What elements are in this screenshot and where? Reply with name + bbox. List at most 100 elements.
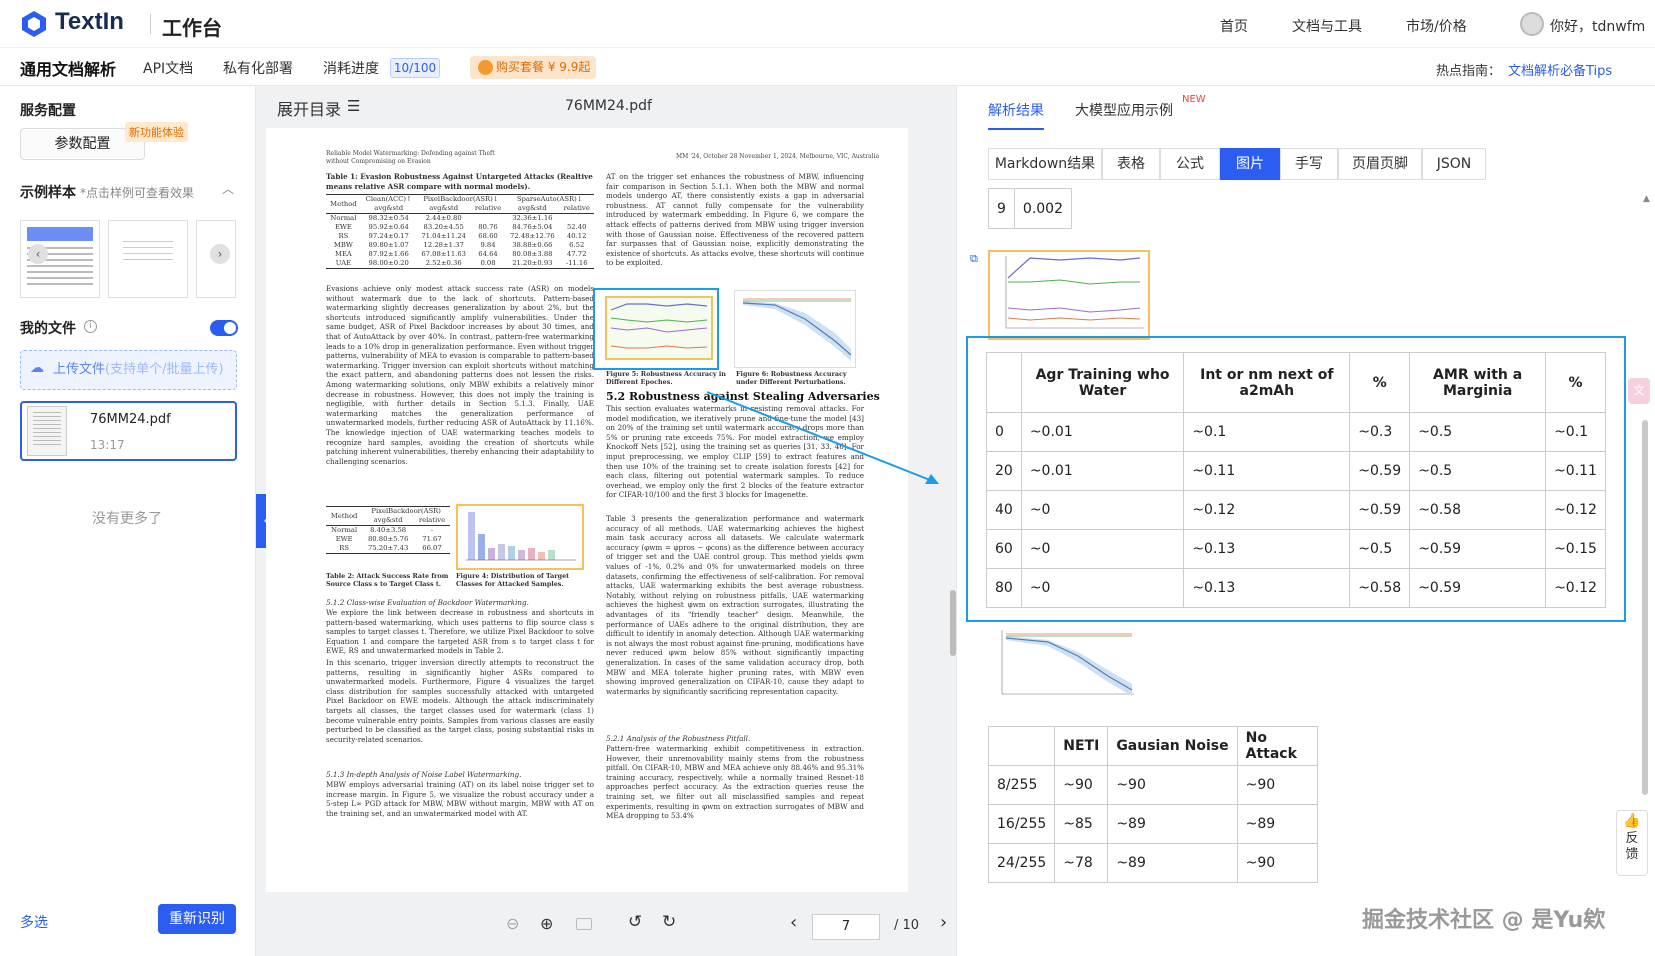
table-cell: Normal	[330, 214, 357, 222]
table-cell: ~0.3	[1349, 412, 1411, 452]
table-cell: ~0	[1020, 529, 1185, 569]
feedback-button[interactable]: 👍 反馈	[1616, 810, 1648, 876]
subtab-header-footer[interactable]: 页眉页脚	[1338, 148, 1422, 180]
subtab-image[interactable]: 图片	[1220, 148, 1280, 180]
chevron-up-icon[interactable]: ︿	[222, 180, 234, 197]
t2-h2: relative	[418, 516, 446, 524]
nav-docs-tools[interactable]: 文档与工具	[1292, 16, 1362, 36]
table-cell: ~89	[1107, 843, 1238, 883]
hot-guide-link[interactable]: 文档解析必备Tips	[1508, 60, 1612, 79]
t1-h2: avg&std	[374, 204, 404, 212]
t1-row: RS 97.24±0.17 71.04±11.24 68.60 72.48±12.76 4…	[326, 232, 594, 241]
tab-api-docs[interactable]: API文档	[143, 58, 193, 78]
table-cell: 2.44±0.80	[425, 214, 462, 222]
figure4-caption: Figure 4: Distribution of Target Classes…	[456, 572, 570, 588]
table-cell: MEA	[334, 250, 352, 258]
prev-page-icon[interactable]: ‹	[790, 912, 797, 933]
translate-float-icon[interactable]: 文	[1628, 378, 1650, 404]
table-cell: 60	[986, 529, 1022, 569]
table-row: 24/255 ~78 ~89 ~90	[987, 843, 1318, 883]
t2-row: RS 75.20±7.43 66.07	[326, 544, 450, 554]
textin-logo-icon[interactable]	[20, 10, 48, 38]
result-table-robustness: Agr Training who Water Int or nm next of…	[986, 352, 1606, 608]
samples-heading: 示例样本	[20, 185, 76, 201]
table-cell: 80.76	[478, 223, 498, 231]
subtab-handwriting[interactable]: 手写	[1280, 148, 1338, 180]
zoom-out-icon[interactable]: ⊖	[506, 914, 519, 933]
table-cell: ~0.59	[1349, 490, 1411, 530]
subtab-formula[interactable]: 公式	[1160, 148, 1220, 180]
re-recognize-button[interactable]: 重新识别	[158, 904, 236, 934]
table-cell: 80.80±5.76	[367, 535, 409, 543]
tab-llm-examples[interactable]: 大模型应用示例	[1075, 100, 1173, 120]
table-cell: 9.84	[480, 241, 496, 249]
table-cell: 71.04±11.24	[421, 232, 466, 240]
toggle-knob	[224, 322, 236, 334]
subtab-markdown[interactable]: Markdown结果	[988, 148, 1102, 180]
t2-h-method: Method	[326, 506, 363, 526]
table1: Method Clean(ACC)↑ PixelBackdoor(ASR)↓ Spar…	[326, 194, 594, 269]
copy-icon[interactable]: ⧉	[970, 252, 978, 266]
table-header-cell: AMR with a Marginia	[1409, 352, 1547, 413]
tab-parse-result[interactable]: 解析结果	[988, 100, 1044, 120]
tab-general-parsing[interactable]: 通用文档解析	[20, 56, 116, 80]
nav-market-pricing[interactable]: 市场/价格	[1406, 16, 1467, 36]
tab-usage-progress[interactable]: 消耗进度	[323, 58, 379, 78]
table-cell: UAE	[326, 259, 361, 269]
table-cell: ~0.5	[1409, 451, 1547, 491]
list-icon[interactable]: ☰	[347, 97, 360, 115]
nav-home[interactable]: 首页	[1220, 16, 1248, 36]
user-greeting[interactable]: 你好，tdnwfm	[1550, 16, 1645, 36]
table-cell: -11.16	[559, 259, 594, 269]
table-cell: ~0.11	[1545, 451, 1606, 491]
brand-name[interactable]: TextIn	[55, 8, 124, 36]
next-page-icon[interactable]: ›	[940, 912, 947, 933]
table-cell: ~0	[1020, 568, 1185, 608]
table-row: 0 ~0.01 ~0.1 ~0.3 ~0.5 ~0.1	[986, 412, 1606, 452]
subtab-table[interactable]: 表格	[1102, 148, 1160, 180]
result-table-perturbation: NETI Gausian Noise No Attack 8/255 ~90 ~90…	[987, 726, 1318, 883]
t1-h2: relative	[474, 204, 502, 212]
table-cell: ~0.01	[1020, 412, 1185, 452]
page-number-input[interactable]: 7	[812, 914, 880, 940]
table-cell: 16/255	[987, 804, 1056, 844]
sample-thumb-2[interactable]	[108, 220, 188, 298]
table-cell: 12.28±1.37	[423, 241, 464, 249]
figure5-highlighted	[593, 288, 719, 370]
table-cell: ~85	[1054, 804, 1109, 844]
t1-row: UAE 98.00±0.20 2.52±0.36 0.08 21.20±0.93 -11.…	[326, 259, 594, 269]
usage-progress-badge: 10/100	[390, 58, 440, 78]
upload-hint: (支持单个/批量上传)	[105, 362, 224, 377]
upload-file-button[interactable]: 上传文件(支持单个/批量上传)	[20, 350, 237, 390]
avatar[interactable]	[1520, 12, 1544, 36]
table-cell: ~0.13	[1183, 529, 1351, 569]
table-cell: 67.08±11.63	[421, 250, 466, 258]
fit-width-icon[interactable]	[576, 918, 592, 930]
cloud-upload-icon: ☁	[30, 360, 44, 376]
image-result-fig5	[988, 250, 1150, 340]
table-cell: 75.20±7.43	[362, 544, 414, 554]
table-cell: ~0.13	[1183, 568, 1351, 608]
table-cell: ~90	[1236, 843, 1318, 883]
total-pages: / 10	[894, 918, 920, 933]
zoom-in-icon[interactable]: ⊕	[540, 914, 553, 933]
table-cell	[471, 214, 506, 224]
section-5-2-1-heading: 5.2.1 Analysis of the Robustness Pitfall…	[606, 734, 751, 743]
scroll-up-icon[interactable]: ▲	[1643, 194, 1650, 204]
info-icon[interactable]: i	[84, 320, 97, 333]
table-cell: ~0.59	[1349, 451, 1411, 491]
rotate-right-icon[interactable]: ↻	[662, 912, 676, 932]
toc-toggle[interactable]: 展开目录	[277, 96, 341, 120]
t1-h-clean: Clean(ACC)↑	[360, 194, 417, 204]
chevron-left-icon[interactable]: ‹	[28, 244, 48, 264]
subtab-json[interactable]: JSON	[1422, 148, 1486, 180]
result-scrollbar[interactable]	[1642, 420, 1648, 795]
table-cell: ~89	[1236, 804, 1318, 844]
tab-private-deploy[interactable]: 私有化部署	[223, 58, 293, 78]
multi-select-link[interactable]: 多选	[20, 912, 48, 932]
table-cell: ~0	[1020, 490, 1185, 530]
rotate-left-icon[interactable]: ↺	[628, 912, 642, 932]
chevron-right-icon[interactable]: ›	[210, 244, 230, 264]
section-5-1-3-heading: 5.1.3 In-depth Analysis of Noise Label W…	[326, 770, 522, 779]
table-cell: ~0.59	[1409, 529, 1547, 569]
